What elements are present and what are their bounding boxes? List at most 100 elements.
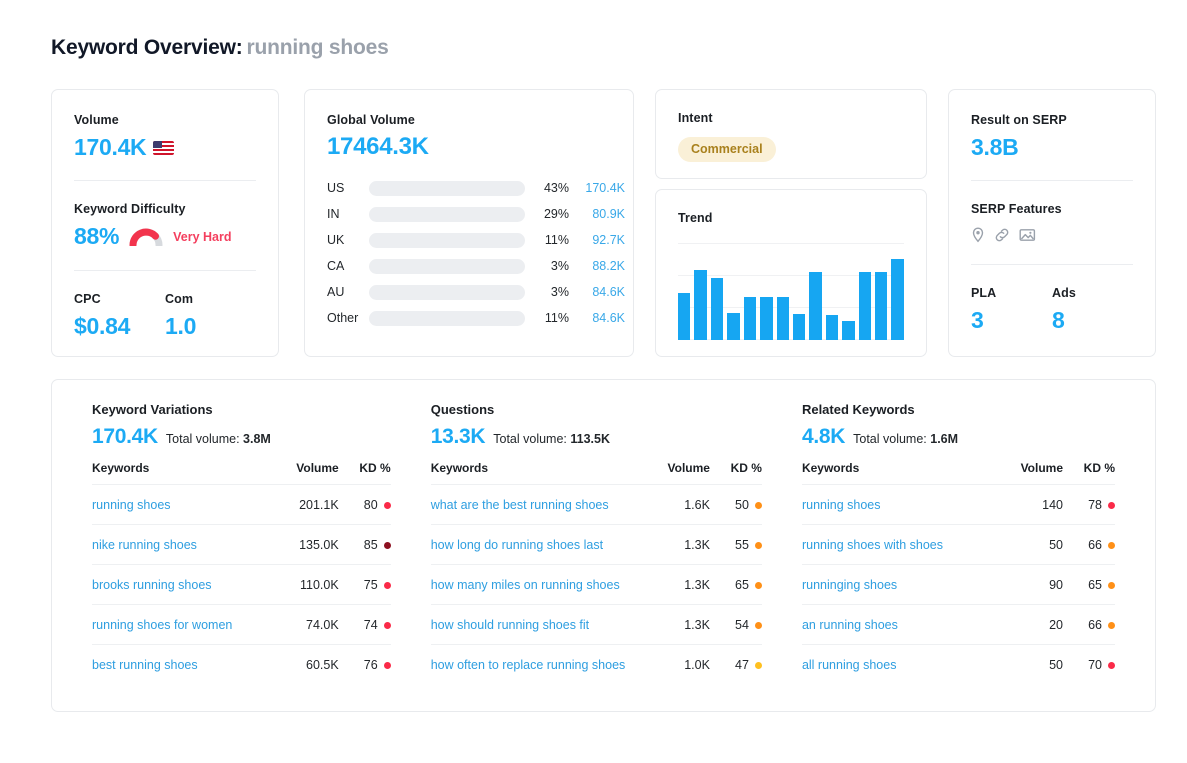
pla-block: PLA 3	[971, 286, 1052, 332]
column-header-keywords[interactable]: Keywords	[431, 461, 632, 485]
country-row: US43%170.4K	[327, 175, 611, 201]
keyword-link[interactable]: running shoes for women	[92, 605, 261, 645]
table-row: best running shoes60.5K76	[92, 645, 391, 685]
column-header-kd[interactable]: KD %	[710, 461, 762, 485]
keyword-link[interactable]: what are the best running shoes	[431, 485, 632, 525]
country-row: IN29%80.9K	[327, 201, 611, 227]
keyword-link[interactable]: how often to replace running shoes	[431, 645, 632, 685]
trend-bars	[678, 243, 904, 340]
trend-bar	[744, 297, 756, 340]
keyword-difficulty-label: Keyword Difficulty	[74, 202, 256, 216]
country-volume[interactable]: 80.9K	[569, 207, 625, 221]
keyword-link[interactable]: running shoes	[802, 485, 985, 525]
trend-bar	[711, 278, 723, 340]
keyword-link[interactable]: how long do running shoes last	[431, 525, 632, 565]
column-header-kd[interactable]: KD %	[339, 461, 391, 485]
table-row: how many miles on running shoes1.3K65	[431, 565, 762, 605]
kd-status-dot	[384, 622, 391, 629]
kd-status-dot	[755, 582, 762, 589]
country-volume[interactable]: 84.6K	[569, 311, 625, 325]
trend-bar	[727, 313, 739, 340]
keyword-link[interactable]: brooks running shoes	[92, 565, 261, 605]
map-pin-icon[interactable]	[971, 227, 985, 243]
image-icon[interactable]	[1019, 227, 1036, 243]
table-count: 13.3K	[431, 426, 486, 447]
us-flag-icon	[153, 141, 174, 155]
keyword-link[interactable]: runninging shoes	[802, 565, 985, 605]
link-icon[interactable]	[994, 227, 1010, 243]
column-header-volume[interactable]: Volume	[985, 461, 1063, 485]
keyword-link[interactable]: nike running shoes	[92, 525, 261, 565]
keyword-table: KeywordsVolumeKD %what are the best runn…	[431, 461, 762, 684]
intent-badge[interactable]: Commercial	[678, 137, 776, 162]
country-code: AU	[327, 285, 369, 299]
cpc-label: CPC	[74, 292, 165, 306]
column-header-volume[interactable]: Volume	[632, 461, 710, 485]
country-bar-track	[369, 311, 525, 326]
column-header-volume[interactable]: Volume	[261, 461, 339, 485]
cpc-com-block: CPC $0.84 Com 1.0	[74, 292, 256, 338]
column-header-keywords[interactable]: Keywords	[802, 461, 985, 485]
keyword-kd: 78	[1063, 485, 1115, 525]
trend-bar	[891, 259, 903, 340]
pla-ads-block: PLA 3 Ads 8	[971, 286, 1133, 332]
keyword-link[interactable]: how many miles on running shoes	[431, 565, 632, 605]
table-count: 170.4K	[92, 426, 158, 447]
keyword-link[interactable]: running shoes	[92, 485, 261, 525]
difficulty-gauge-icon	[129, 227, 163, 246]
country-code: IN	[327, 207, 369, 221]
country-volume[interactable]: 170.4K	[569, 181, 625, 195]
result-on-serp-value: 3.8B	[971, 136, 1133, 159]
kd-status-dot	[384, 582, 391, 589]
keyword-link[interactable]: running shoes with shoes	[802, 525, 985, 565]
country-volume[interactable]: 88.2K	[569, 259, 625, 273]
trend-card: Trend	[655, 189, 927, 357]
com-value: 1.0	[165, 315, 256, 338]
table-total-volume: Total volume: 3.8M	[166, 432, 271, 446]
keyword-difficulty-block: Keyword Difficulty 88% Very Hard	[74, 202, 256, 248]
column-header-kd[interactable]: KD %	[1063, 461, 1115, 485]
global-volume-card: Global Volume 17464.3K US43%170.4KIN29%8…	[304, 89, 634, 357]
table-row: what are the best running shoes1.6K50	[431, 485, 762, 525]
serp-features-label: SERP Features	[971, 202, 1133, 216]
table-summary: 13.3KTotal volume: 113.5K	[431, 426, 762, 447]
kd-status-dot	[1108, 622, 1115, 629]
keyword-kd: 76	[339, 645, 391, 685]
keyword-link[interactable]: best running shoes	[92, 645, 261, 685]
keyword-kd: 65	[1063, 565, 1115, 605]
kd-status-dot	[1108, 502, 1115, 509]
keyword-volume: 1.0K	[632, 645, 710, 685]
volume-row: 170.4K	[74, 136, 256, 159]
kd-status-dot	[755, 542, 762, 549]
keyword-link[interactable]: an running shoes	[802, 605, 985, 645]
column-header-keywords[interactable]: Keywords	[92, 461, 261, 485]
trend-bar	[760, 297, 772, 340]
country-breakdown-list: US43%170.4KIN29%80.9KUK11%92.7KCA3%88.2K…	[327, 175, 611, 331]
keyword-volume: 1.3K	[632, 565, 710, 605]
country-row: CA3%88.2K	[327, 253, 611, 279]
country-volume[interactable]: 92.7K	[569, 233, 625, 247]
country-percent: 3%	[525, 259, 569, 273]
divider	[74, 270, 256, 271]
table-row: nike running shoes135.0K85	[92, 525, 391, 565]
country-volume[interactable]: 84.6K	[569, 285, 625, 299]
country-percent: 3%	[525, 285, 569, 299]
serp-features-icons	[971, 227, 1133, 243]
table-title: Keyword Variations	[92, 402, 391, 417]
keyword-link[interactable]: all running shoes	[802, 645, 985, 685]
trend-bar	[694, 270, 706, 340]
keyword-volume: 90	[985, 565, 1063, 605]
kd-status-dot	[755, 662, 762, 669]
table-title: Related Keywords	[802, 402, 1115, 417]
keyword-volume: 1.3K	[632, 525, 710, 565]
table-row: running shoes14078	[802, 485, 1115, 525]
keyword-link[interactable]: how should running shoes fit	[431, 605, 632, 645]
table-title: Questions	[431, 402, 762, 417]
country-code: Other	[327, 311, 369, 325]
country-code: US	[327, 181, 369, 195]
keyword-kd: 80	[339, 485, 391, 525]
table-row: how often to replace running shoes1.0K47	[431, 645, 762, 685]
volume-block: Volume 170.4K	[74, 113, 256, 159]
com-block: Com 1.0	[165, 292, 256, 338]
kd-status-dot	[1108, 582, 1115, 589]
